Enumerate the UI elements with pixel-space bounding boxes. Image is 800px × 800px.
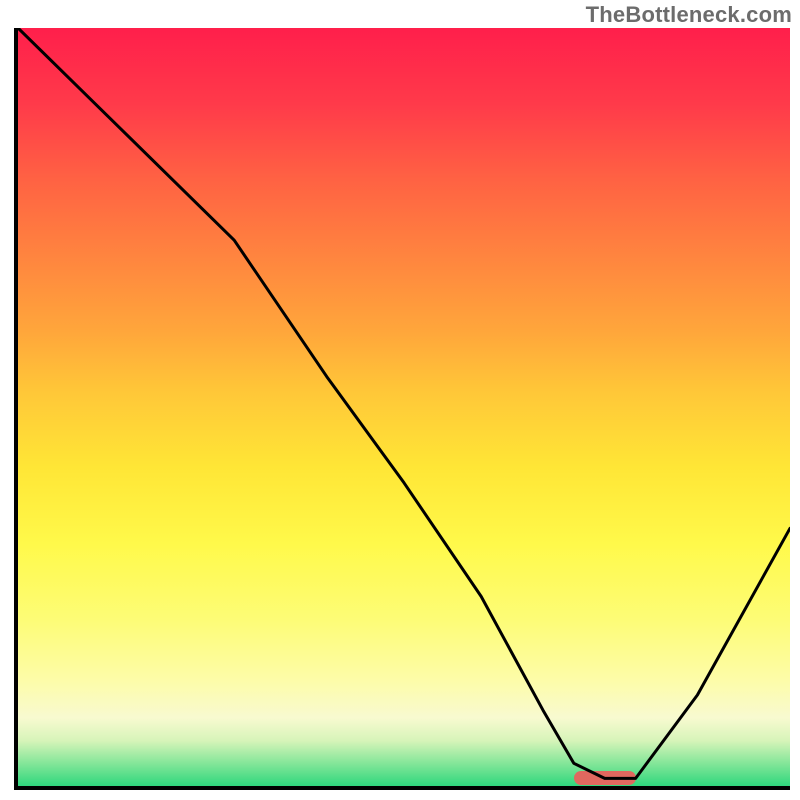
- watermark-text: TheBottleneck.com: [586, 2, 792, 28]
- chart-container: TheBottleneck.com: [0, 0, 800, 800]
- bottleneck-curve: [18, 28, 790, 786]
- plot-area: [14, 28, 790, 790]
